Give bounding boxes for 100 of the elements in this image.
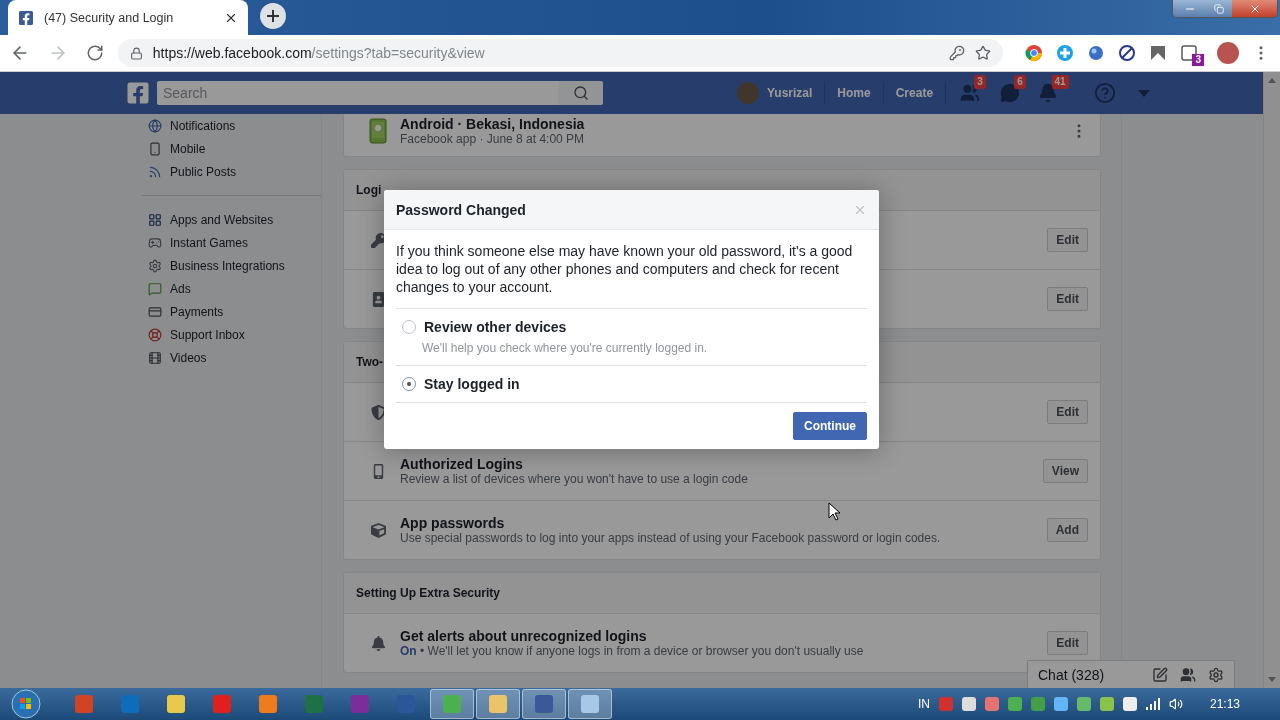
taskbar-app[interactable] <box>522 689 566 719</box>
clock[interactable]: 21:13 <box>1209 697 1240 711</box>
search-button[interactable] <box>558 81 603 105</box>
start-button[interactable] <box>8 689 44 719</box>
portrait-icon <box>370 291 386 307</box>
sidebar-item[interactable]: Payments <box>148 300 315 323</box>
sidebar-item[interactable]: Ads <box>148 277 315 300</box>
nav-link[interactable]: Create <box>883 82 947 104</box>
row-subtitle: Review a list of devices where you won't have to use a login code <box>400 472 749 486</box>
tray-icon[interactable] <box>1053 697 1068 711</box>
sidebar-item[interactable]: Support Inbox <box>148 323 315 346</box>
lock-icon <box>129 46 143 60</box>
games-icon <box>148 235 162 250</box>
key-icon <box>370 232 386 248</box>
sidebar-item[interactable]: Business Integrations <box>148 254 315 277</box>
continue-button[interactable]: Continue <box>793 412 867 440</box>
taskbar-app[interactable] <box>476 689 520 719</box>
taskbar-app[interactable] <box>430 689 474 719</box>
search-field[interactable]: Search <box>157 81 558 105</box>
count-badge: 41 <box>1051 75 1069 89</box>
action-button[interactable]: Edit <box>1047 400 1088 424</box>
profile-link[interactable]: Yusrizal <box>737 82 826 104</box>
blocked-icon[interactable] <box>1118 44 1137 62</box>
scrollbar[interactable] <box>1263 72 1280 688</box>
radio-button[interactable] <box>402 320 416 334</box>
action-button[interactable]: Edit <box>1047 228 1088 252</box>
chat-bar[interactable]: Chat (328) <box>1027 660 1235 688</box>
radio-option[interactable]: Review other devices <box>402 319 867 335</box>
tray-icon[interactable] <box>1007 697 1022 711</box>
videos-icon <box>148 350 162 365</box>
sidebar-item[interactable]: Instant Games <box>148 231 315 254</box>
action-button[interactable]: Edit <box>1047 287 1088 311</box>
scroll-down-icon[interactable] <box>1268 677 1276 682</box>
panel-header: Setting Up Extra Security <box>344 573 1100 614</box>
action-button[interactable]: Add <box>1046 518 1088 542</box>
row-subtitle: Facebook app · June 8 at 4:00 PM <box>400 132 586 146</box>
settings-icon[interactable] <box>1208 666 1224 683</box>
restore-icon <box>1214 3 1224 14</box>
radio-button[interactable] <box>402 377 416 391</box>
nav-link[interactable]: Home <box>825 82 884 104</box>
browser-tab[interactable]: (47) Security and Login <box>8 0 248 35</box>
support-icon <box>148 327 162 342</box>
sidebar-item[interactable]: Videos <box>148 346 315 369</box>
action-button[interactable]: Edit <box>1047 631 1088 655</box>
search-icon <box>572 85 589 101</box>
taskbar-app[interactable] <box>568 689 612 719</box>
phone-icon <box>369 118 387 144</box>
tray-icon[interactable] <box>961 697 976 711</box>
friends-icon[interactable] <box>960 83 981 103</box>
tab-title: (47) Security and Login <box>44 10 175 25</box>
bookmark-star-icon[interactable] <box>975 45 992 61</box>
row-title: Get alerts about unrecognized logins <box>400 628 648 644</box>
option-hint: We'll help you check where you're currently logged in. <box>422 341 709 355</box>
key-icon[interactable] <box>949 45 966 61</box>
tray-icon[interactable] <box>1076 697 1091 711</box>
volume-icon[interactable] <box>1168 697 1183 711</box>
compose-icon[interactable] <box>1152 666 1168 683</box>
url-text: https://web.facebook.com/settings?tab=security&view <box>152 45 486 61</box>
row-title: App passwords <box>400 515 506 531</box>
globe-icon[interactable] <box>1087 44 1106 62</box>
row-subtitle: Use special passwords to log into your apps instead of using your Facebook password or login codes. <box>400 531 942 545</box>
plus-icon <box>266 9 280 23</box>
business-icon <box>148 258 162 273</box>
close-button[interactable] <box>1232 0 1277 17</box>
sidebar-item[interactable]: Notifications <box>148 114 315 137</box>
circle-icon[interactable] <box>1025 44 1044 62</box>
new-tab-button[interactable] <box>260 3 286 29</box>
row-title: Authorized Logins <box>400 456 524 472</box>
tray-icon[interactable] <box>1122 697 1137 711</box>
globe-icon <box>148 118 162 133</box>
row-subtitle: On • We'll let you know if anyone logs in from a device or browser you don't usually use <box>400 644 865 658</box>
plus-icon[interactable] <box>1056 44 1075 62</box>
count-badge: 3 <box>974 75 986 89</box>
ads-icon <box>148 281 162 296</box>
payments-icon <box>148 304 162 319</box>
action-button[interactable]: View <box>1042 459 1088 483</box>
shield-icon <box>370 404 386 420</box>
sidebar-item[interactable]: Apps and Websites <box>148 208 315 231</box>
sidebar-item[interactable]: Public Posts <box>148 160 315 183</box>
dialog-message: If you think someone else may have known your old password, it's a good idea to log out of any other phones and computers and check for recent changes to your account. <box>396 242 854 296</box>
language-indicator[interactable]: IN <box>917 697 930 711</box>
signal-icon[interactable] <box>1145 698 1160 710</box>
extension-badge: 3 <box>1192 54 1204 66</box>
row-title: Android · Bekasi, Indonesia <box>400 116 586 132</box>
reload-icon[interactable] <box>85 44 104 62</box>
notifications-icon[interactable] <box>1037 83 1058 103</box>
address-bar[interactable]: https://web.facebook.com/settings?tab=security&view <box>117 39 1004 67</box>
messages-icon[interactable] <box>1000 83 1021 103</box>
count-badge: 6 <box>1014 75 1026 89</box>
people-icon[interactable] <box>1180 666 1196 683</box>
rss-icon <box>148 164 162 179</box>
restore-button[interactable] <box>1206 0 1232 17</box>
facebook-logo[interactable] <box>126 81 150 105</box>
extension-icon[interactable] <box>1180 44 1199 62</box>
cursor-icon <box>828 502 841 521</box>
scroll-up-icon[interactable] <box>1268 78 1276 83</box>
minimize-button[interactable] <box>1173 0 1206 17</box>
profile-avatar[interactable] <box>1217 42 1239 64</box>
tray-icon[interactable] <box>1099 697 1114 711</box>
sidebar-item[interactable]: Mobile <box>148 137 315 160</box>
